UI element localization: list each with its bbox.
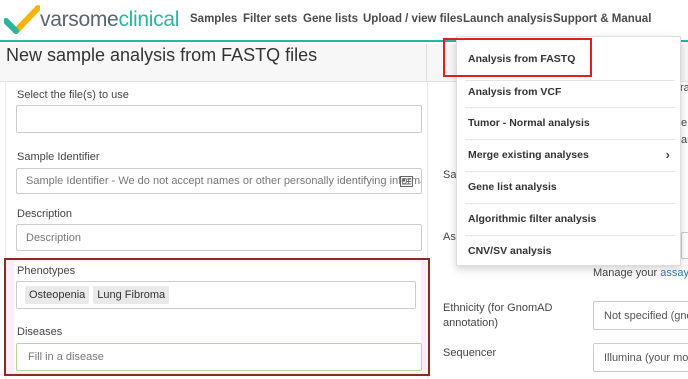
files-select-input[interactable] <box>16 105 422 133</box>
right-partial-label-as: As <box>443 231 456 243</box>
description-label: Description <box>17 208 73 220</box>
description-placeholder: Description <box>26 231 82 244</box>
manage-assays-text: Manage your assay p <box>593 267 688 279</box>
diseases-input[interactable]: Fill in a disease <box>16 343 422 371</box>
menu-tumor-normal-analysis[interactable]: Tumor - Normal analysis <box>457 107 680 138</box>
manage-assays-link[interactable]: assay p <box>660 267 688 279</box>
sequencer-select[interactable]: Illumina (your mode <box>593 343 688 372</box>
menu-merge-existing-analyses-label: Merge existing analyses <box>468 148 589 161</box>
menu-merge-existing-analyses[interactable]: Merge existing analyses › <box>457 139 680 170</box>
menu-cnv-sv-analysis[interactable]: CNV/SV analysis <box>457 235 680 266</box>
nav-filter-sets[interactable]: Filter sets <box>243 13 297 25</box>
nav-gene-lists[interactable]: Gene lists <box>303 13 358 25</box>
right-partial-label-sa: Sa <box>443 169 457 181</box>
brand-name: varsomeclinical <box>40 8 179 32</box>
nav-samples[interactable]: Samples <box>190 13 237 25</box>
ethnicity-label-line1: Ethnicity (for GnomAD <box>443 302 553 314</box>
right-partial-label-e: e <box>681 117 688 129</box>
files-label: Select the file(s) to use <box>17 89 129 101</box>
ethnicity-label-line2: annotation) <box>443 317 499 329</box>
ethnicity-select[interactable]: Not specified (gnom <box>593 301 688 330</box>
diseases-label: Diseases <box>17 326 63 338</box>
brand-name-part1: varsome <box>40 8 119 31</box>
nav-support-manual[interactable]: Support & Manual <box>553 13 651 25</box>
nav-upload-view-files[interactable]: Upload / view files <box>363 13 463 25</box>
sample-identifier-label: Sample Identifier <box>17 151 100 163</box>
header-divider <box>426 44 427 82</box>
phenotypes-label: Phenotypes <box>17 265 76 277</box>
phenotypes-input[interactable]: Osteopenia Lung Fibroma <box>16 281 416 309</box>
analysis-from-fastq-highlight <box>443 38 592 77</box>
sample-identifier-input[interactable]: Sample Identifier - We do not accept nam… <box>16 168 422 194</box>
contact-card-icon[interactable] <box>400 176 413 187</box>
menu-gene-list-analysis[interactable]: Gene list analysis <box>457 171 680 202</box>
chevron-right-icon: › <box>665 147 670 162</box>
check-logo-icon <box>4 5 40 34</box>
menu-algorithmic-filter-analysis[interactable]: Algorithmic filter analysis <box>457 203 680 234</box>
page-title: New sample analysis from FASTQ files <box>6 45 318 65</box>
nav-launch-analysis[interactable]: Launch analysis <box>463 13 552 25</box>
sample-identifier-placeholder: Sample Identifier - We do not accept nam… <box>26 175 422 187</box>
right-partial-label-am: am <box>681 134 688 146</box>
diseases-placeholder: Fill in a disease <box>28 351 104 363</box>
right-partial-label-ra: ra <box>680 82 688 94</box>
phenotype-tag[interactable]: Osteopenia <box>25 286 90 304</box>
menu-analysis-from-vcf[interactable]: Analysis from VCF <box>457 76 680 107</box>
phenotype-tag[interactable]: Lung Fibroma <box>93 286 170 304</box>
manage-assays-prefix: Manage your <box>593 267 658 279</box>
brand-name-part2: clinical <box>118 8 180 31</box>
description-input[interactable]: Description <box>16 224 422 251</box>
varsome-logo[interactable]: varsomeclinical <box>4 5 179 35</box>
assay-select-edge[interactable] <box>681 232 688 259</box>
sequencer-label: Sequencer <box>443 347 497 359</box>
